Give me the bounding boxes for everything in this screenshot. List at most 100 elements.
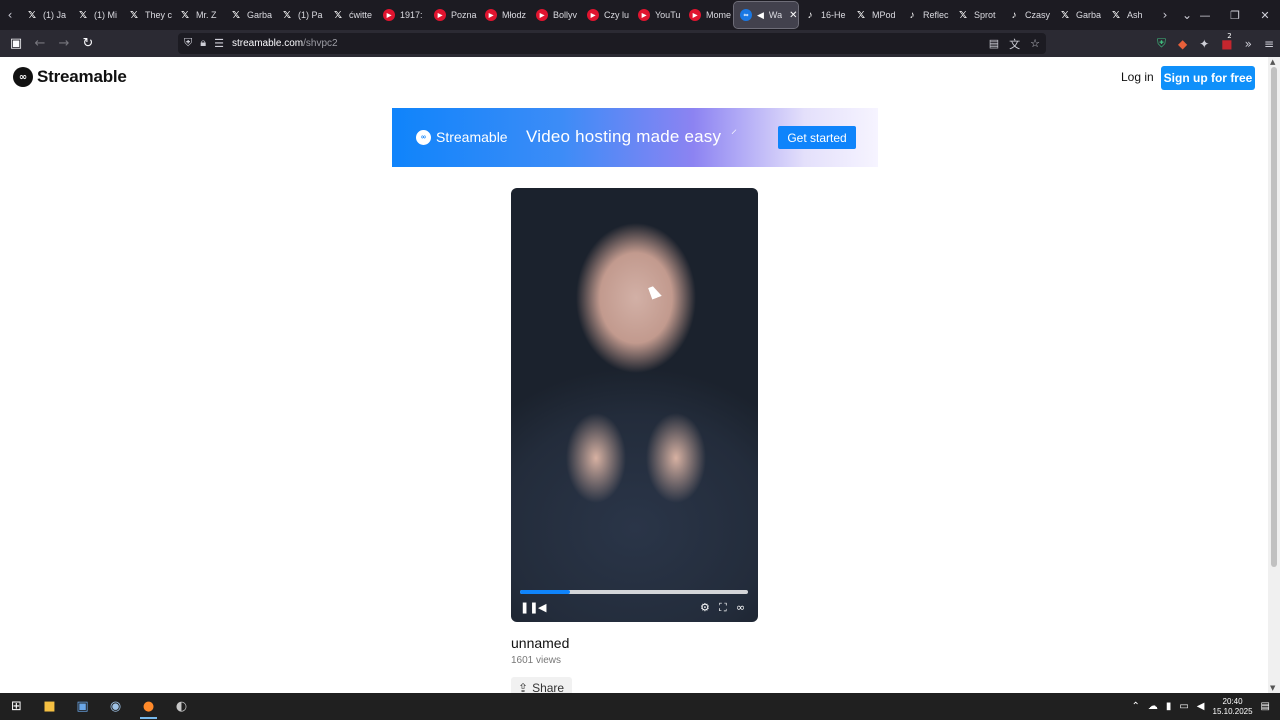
tab-title: Mome — [706, 10, 732, 20]
scroll-up-icon[interactable]: ▲ — [1270, 58, 1275, 66]
microphone-icon[interactable]: ▮ — [1166, 701, 1172, 712]
privacy-extension-icon[interactable]: ⛨ — [1157, 36, 1166, 51]
tray-expand-icon[interactable]: ⌃ — [1131, 701, 1139, 712]
share-button[interactable]: ⇪ Share — [511, 677, 572, 693]
tab-scroll-right-icon[interactable]: › — [1155, 0, 1175, 30]
bookmark-star-icon[interactable]: ☆ — [1030, 37, 1040, 50]
tab-4[interactable]: 𝕏 Garba — [224, 2, 275, 28]
banner-logo-text: Streamable — [436, 129, 508, 145]
tab-title: Reflec — [923, 10, 949, 20]
tab-6[interactable]: 𝕏ćwitte — [326, 2, 377, 28]
x-favicon-icon: 𝕏 — [231, 9, 241, 21]
x-favicon-icon: 𝕏 — [180, 9, 190, 21]
tab-11[interactable]: ▶ Czy lu — [581, 2, 632, 28]
tab-18[interactable]: 𝕏 Sprot — [951, 2, 1002, 28]
x-favicon-icon: 𝕏 — [856, 9, 866, 21]
speaker-icon[interactable]: ◀ — [1197, 701, 1205, 712]
tab-2[interactable]: 𝕏 They c — [122, 2, 173, 28]
steam-icon[interactable]: ◉ — [99, 693, 132, 720]
tab-10[interactable]: ▶ Bollyv — [530, 2, 581, 28]
notifications-icon[interactable]: ▤ — [1261, 701, 1270, 712]
tab-19[interactable]: ♪ Czasy — [1002, 2, 1053, 28]
start-icon[interactable]: ⊞ — [0, 693, 33, 720]
tab-9[interactable]: ▶ Młodz — [479, 2, 530, 28]
tracking-shield-icon[interactable]: ⛨ — [184, 37, 192, 50]
tab-title: Bollyv — [553, 10, 578, 20]
tab-audio-icon[interactable]: ◀ — [757, 10, 764, 21]
tab-title: 1917: — [400, 10, 423, 20]
extensions-puzzle-icon[interactable]: ✦ — [1199, 37, 1209, 51]
translate-icon[interactable]: 文 — [1009, 36, 1020, 52]
tab-13[interactable]: ▶ Mome — [683, 2, 734, 28]
app-menu-icon[interactable]: ≡ — [1264, 37, 1274, 51]
streamable-logo[interactable]: ∞ Streamable — [13, 67, 127, 87]
banner-logo-icon: ∞ — [416, 129, 431, 145]
youtube-favicon-icon: ▶ — [485, 9, 497, 21]
tab-12[interactable]: ▶ YouTu — [632, 2, 683, 28]
clock-date: 15.10.2025 — [1212, 706, 1253, 716]
tab-0[interactable]: 𝕏 (1) Ja — [20, 2, 71, 28]
tab-title: Wa — [768, 10, 783, 20]
volume-icon[interactable]: ◀ — [538, 601, 546, 614]
lock-icon[interactable]: 🔒︎ — [200, 37, 206, 50]
address-bar[interactable]: ⛨ 🔒︎ ☰ streamable.com/shvpc2 ▤ 文 ☆ — [178, 33, 1046, 54]
settings-gear-icon[interactable]: ⚙ — [700, 601, 710, 614]
scroll-down-icon[interactable]: ▼ — [1270, 684, 1275, 692]
ublock-icon[interactable]: ■ 2 — [1221, 32, 1232, 51]
streamable-watermark-icon[interactable]: ∞ — [736, 601, 745, 614]
tab-15[interactable]: ♪ 16-He — [798, 2, 849, 28]
tab-20[interactable]: 𝕏 Garba — [1053, 2, 1104, 28]
tab-21[interactable]: 𝕏 Ash — [1104, 2, 1155, 28]
tab-7[interactable]: ▶ 1917: — [377, 2, 428, 28]
url-text[interactable]: streamable.com/shvpc2 — [232, 38, 338, 49]
network-icon[interactable]: ▭ — [1179, 701, 1188, 712]
signup-button[interactable]: Sign up for free — [1161, 66, 1255, 90]
tab-8[interactable]: ▶ Pozna — [428, 2, 479, 28]
tab-title: 16-He — [821, 10, 846, 20]
reload-icon[interactable]: ↻ — [76, 32, 100, 56]
site-header: ∞ Streamable Log in Sign up for free — [0, 57, 1268, 99]
tab-16[interactable]: 𝕏 MPod — [849, 2, 900, 28]
tab-1[interactable]: 𝕏 (1) Mi — [71, 2, 122, 28]
pause-icon[interactable]: ❚❚ — [520, 601, 538, 614]
tab-scroll-left-icon[interactable]: ‹ — [0, 0, 20, 30]
video-views: 1601 views — [511, 655, 562, 666]
video-progress-bar[interactable] — [520, 590, 748, 594]
minimize-icon[interactable]: — — [1190, 0, 1220, 30]
tab-3[interactable]: 𝕏 Mr. Z — [173, 2, 224, 28]
tab-list: 𝕏 (1) Ja 𝕏 (1) Mi 𝕏 They c 𝕏 Mr. Z 𝕏 Garba 𝕏 (1) Pa… — [20, 0, 1155, 30]
site-permissions-icon[interactable]: ☰ — [214, 37, 224, 50]
fullscreen-icon[interactable]: ⛶ — [719, 601, 727, 615]
tab-5[interactable]: 𝕏 (1) Pa — [275, 2, 326, 28]
firefox-icon[interactable]: ● — [132, 693, 165, 720]
tab-17[interactable]: ♪ Reflec — [900, 2, 951, 28]
streamable-logo-icon: ∞ — [13, 67, 33, 87]
network-app-icon[interactable]: ▣ — [66, 693, 99, 720]
sidebar-icon[interactable]: ▣ — [4, 32, 28, 56]
close-window-icon[interactable]: ✕ — [1250, 0, 1280, 30]
back-icon[interactable]: ← — [28, 32, 52, 56]
forward-icon[interactable]: → — [52, 32, 76, 56]
overflow-chevrons-icon[interactable]: » — [1245, 37, 1252, 51]
video-player[interactable]: ❚❚ ◀ ⚙ ⛶ ∞ — [511, 188, 758, 622]
tab-14[interactable]: ∞ ◀ Wa ✕ — [733, 1, 799, 29]
video-progress-fill — [520, 590, 571, 594]
clock[interactable]: 20:40 15.10.2025 — [1213, 697, 1253, 717]
x-favicon-icon: 𝕏 — [27, 9, 37, 21]
promo-banner[interactable]: ∞ Streamable Video hosting made easy ⸝ G… — [392, 108, 878, 167]
mouse-cursor-icon — [648, 284, 662, 300]
scrollbar-thumb[interactable] — [1271, 67, 1277, 567]
fox-extension-icon[interactable]: ◆ — [1178, 37, 1187, 51]
restore-icon[interactable]: ❐ — [1220, 0, 1250, 30]
get-started-button[interactable]: Get started — [778, 126, 856, 149]
page-scrollbar[interactable]: ▲ ▼ — [1268, 57, 1280, 693]
login-link[interactable]: Log in — [1121, 70, 1154, 84]
x-favicon-icon: 𝕏 — [333, 9, 343, 21]
tab-close-icon[interactable]: ✕ — [789, 10, 797, 21]
file-explorer-icon[interactable]: ■ — [33, 693, 66, 720]
onedrive-icon[interactable]: ☁ — [1148, 701, 1158, 712]
reader-view-icon[interactable]: ▤ — [989, 37, 999, 50]
app-icon[interactable]: ◐ — [165, 693, 198, 720]
web-page: ∞ Streamable Log in Sign up for free ∞ S… — [0, 57, 1268, 693]
extension-badge: 2 — [1227, 31, 1232, 40]
